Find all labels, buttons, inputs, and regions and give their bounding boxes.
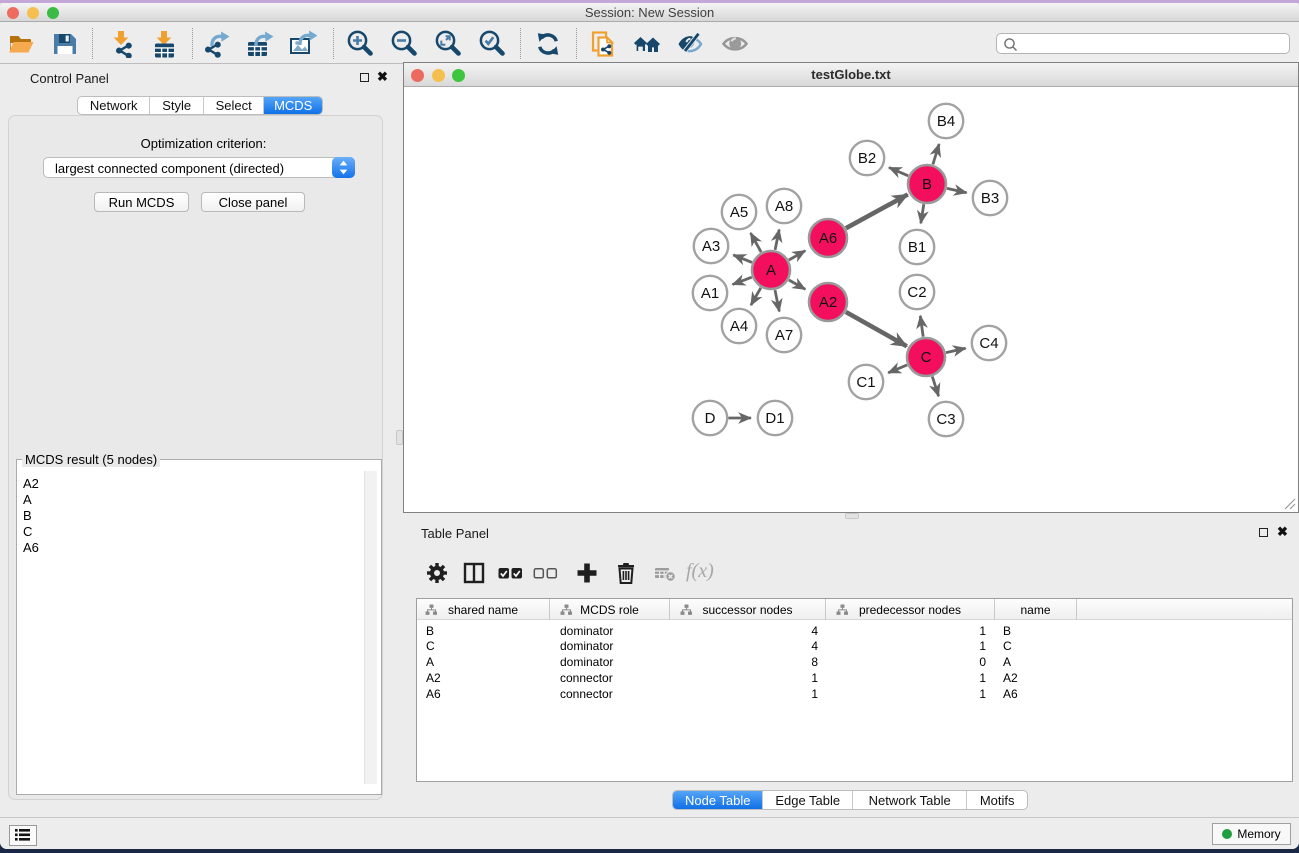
svg-text:D1: D1 — [765, 410, 784, 427]
svg-text:A: A — [766, 262, 776, 279]
svg-text:A3: A3 — [702, 238, 720, 255]
svg-text:A1: A1 — [701, 285, 719, 302]
svg-text:B2: B2 — [858, 150, 876, 167]
svg-text:A7: A7 — [775, 327, 793, 344]
svg-text:A6: A6 — [819, 230, 837, 247]
svg-text:A4: A4 — [730, 318, 748, 335]
svg-text:C2: C2 — [907, 284, 926, 301]
svg-text:A8: A8 — [775, 198, 793, 215]
svg-text:C4: C4 — [979, 335, 998, 352]
svg-text:B4: B4 — [937, 113, 955, 130]
svg-text:A5: A5 — [730, 204, 748, 221]
svg-text:B: B — [922, 176, 932, 193]
svg-text:C1: C1 — [856, 374, 875, 391]
svg-text:B1: B1 — [908, 239, 926, 256]
svg-text:A2: A2 — [819, 294, 837, 311]
svg-text:D: D — [705, 410, 716, 427]
svg-text:C3: C3 — [936, 411, 955, 428]
svg-text:B3: B3 — [981, 190, 999, 207]
svg-text:C: C — [921, 349, 932, 366]
